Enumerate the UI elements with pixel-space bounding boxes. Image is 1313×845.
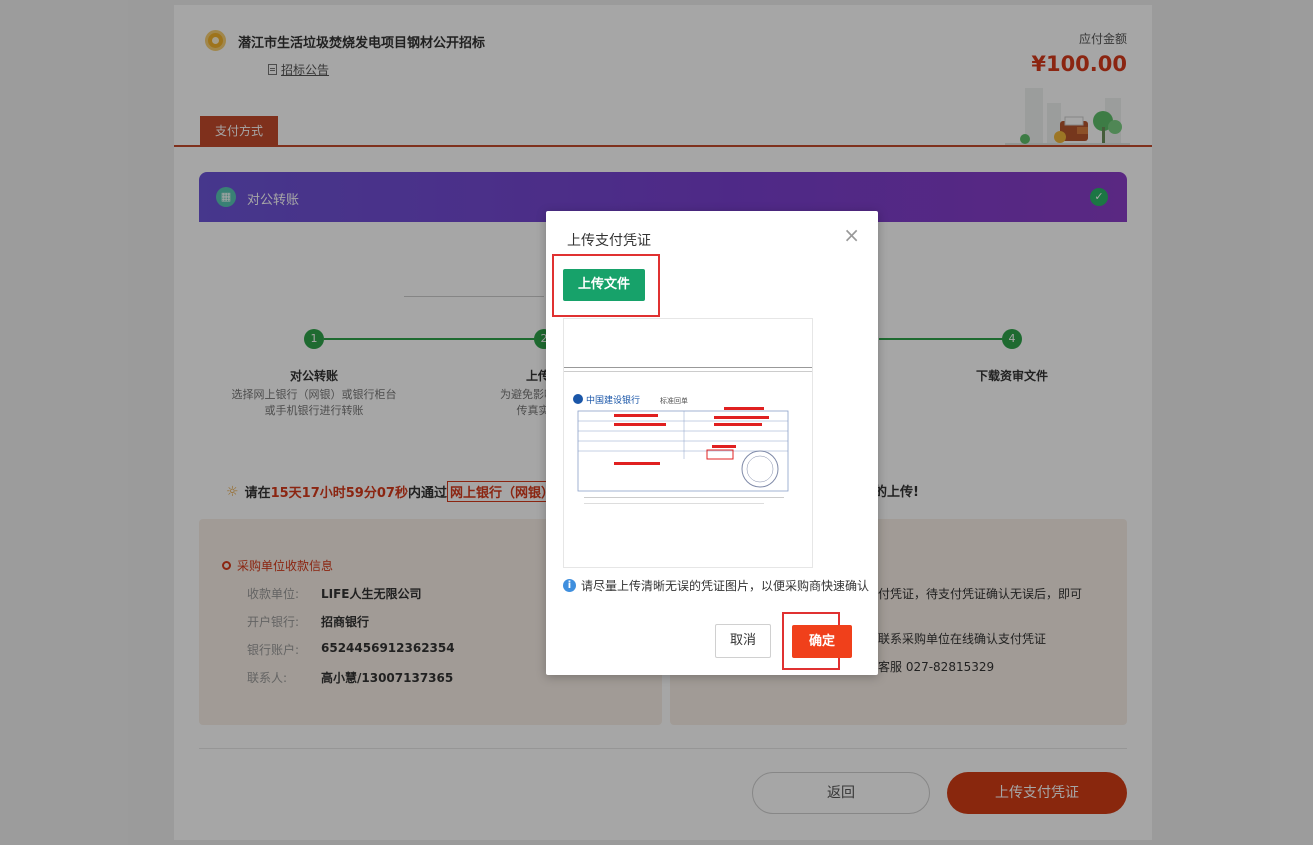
upload-file-button[interactable]: 上传文件 (563, 269, 645, 301)
upload-tip-text: 请尽量上传清晰无误的凭证图片，以便采购商快速确认 (581, 579, 870, 593)
receipt-preview: 中国建设银行 标准回单 (563, 318, 813, 568)
confirm-button[interactable]: 确定 (792, 625, 852, 658)
receipt-bank-name: 中国建设银行 (586, 394, 640, 406)
upload-voucher-dialog: 上传支付凭证 × 上传文件 中国建设银行 标准回单 i 请尽量上传清晰无误的凭证… (546, 211, 878, 675)
receipt-title: 标准回单 (660, 396, 688, 405)
receipt-image: 中国建设银行 标准回单 (564, 367, 812, 504)
upload-tip: i 请尽量上传清晰无误的凭证图片，以便采购商快速确认 (563, 577, 869, 594)
cancel-button[interactable]: 取消 (715, 624, 771, 658)
close-icon[interactable]: × (843, 225, 860, 245)
dialog-title: 上传支付凭证 (567, 233, 651, 249)
info-icon: i (563, 579, 576, 592)
